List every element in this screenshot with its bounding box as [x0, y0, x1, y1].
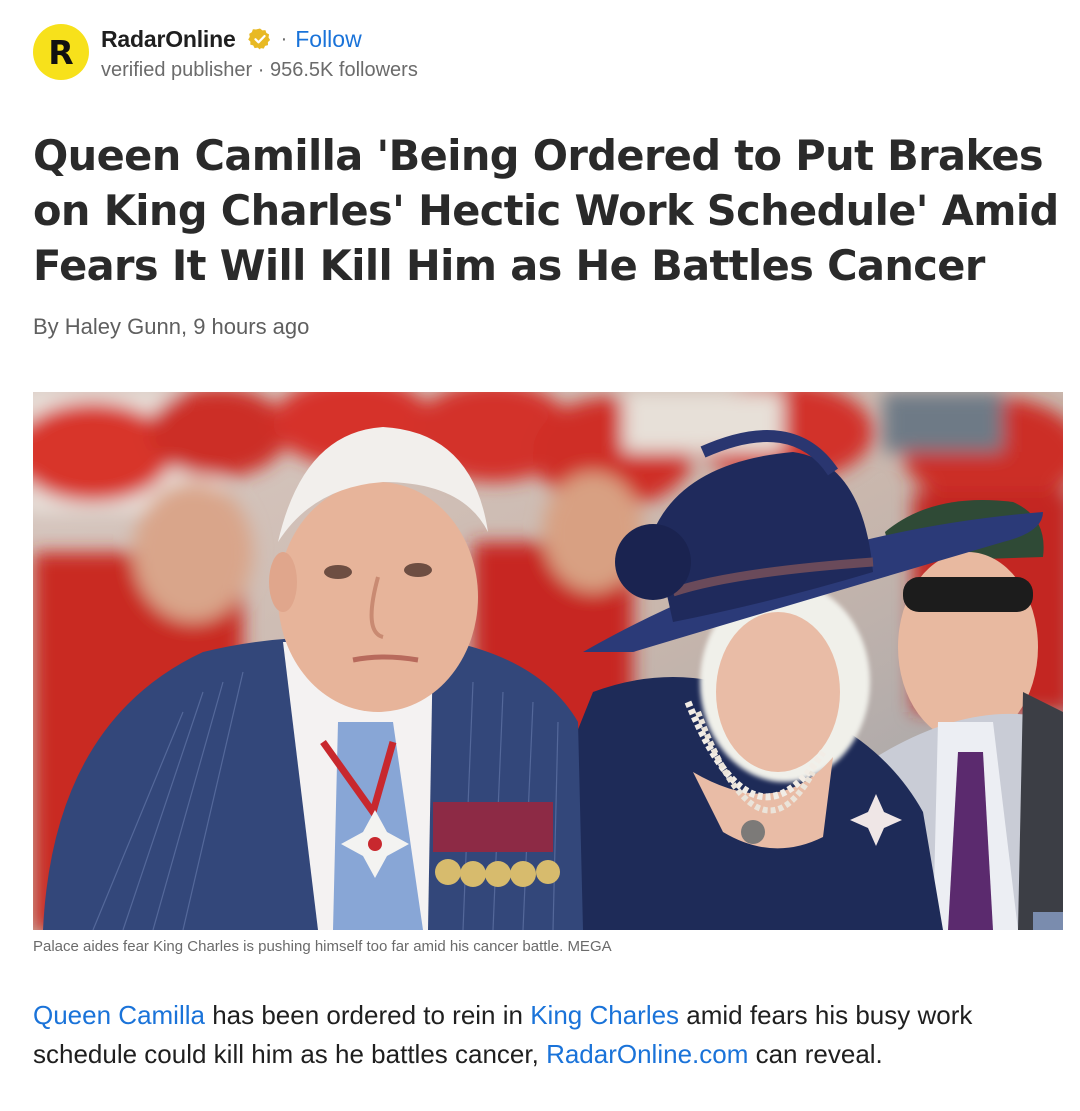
- image-caption: Palace aides fear King Charles is pushin…: [33, 938, 612, 955]
- follow-button[interactable]: Follow: [295, 26, 361, 53]
- article-body: Queen Camilla has been ordered to rein i…: [33, 996, 1063, 1074]
- article-page: R RadarOnline · Follow verified publishe…: [0, 0, 1080, 1111]
- verified-badge-icon: [247, 28, 270, 50]
- publisher-logo[interactable]: R: [33, 24, 89, 80]
- publisher-row: RadarOnline · Follow: [101, 24, 418, 54]
- publisher-name[interactable]: RadarOnline: [101, 26, 236, 53]
- article-byline: By Haley Gunn, 9 hours ago: [33, 314, 310, 339]
- photo-illustration: [33, 392, 1063, 930]
- publisher-header: R RadarOnline · Follow verified publishe…: [33, 24, 418, 82]
- link-king-charles[interactable]: King Charles: [530, 1000, 679, 1030]
- article-photo[interactable]: [33, 392, 1063, 930]
- separator-dot: ·: [280, 27, 288, 50]
- body-text-segment: can reveal.: [748, 1039, 883, 1069]
- publisher-subtitle: verified publisher · 956.5K followers: [101, 59, 418, 81]
- link-queen-camilla[interactable]: Queen Camilla: [33, 1000, 205, 1030]
- link-radaronline[interactable]: RadarOnline.com: [546, 1039, 748, 1069]
- body-text-segment: has been ordered to rein in: [204, 1000, 531, 1030]
- article-headline[interactable]: Queen Camilla 'Being Ordered to Put Brak…: [33, 128, 1063, 293]
- publisher-info: RadarOnline · Follow verified publisher …: [101, 24, 418, 82]
